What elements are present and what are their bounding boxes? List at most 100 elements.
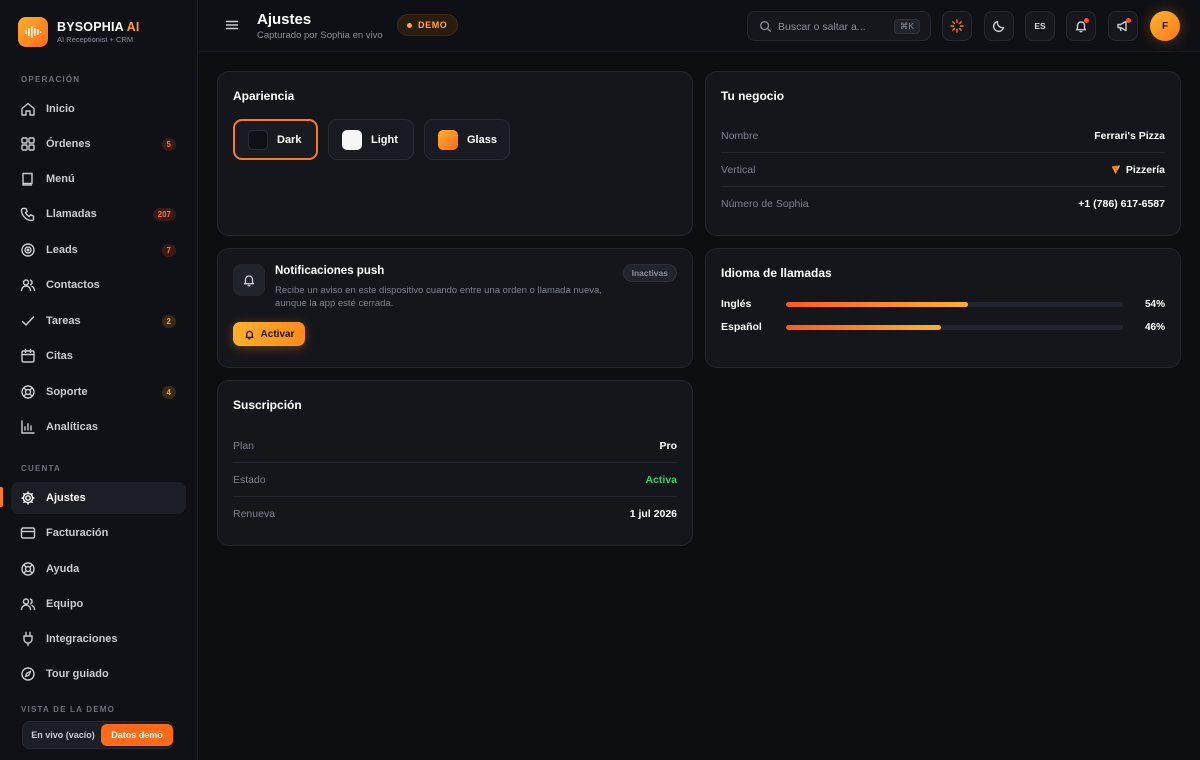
sidebar-item-integraciones[interactable]: Integraciones [11, 623, 186, 655]
call-language-card: Idioma de llamadas Inglés 54% Español 46… [705, 248, 1181, 368]
business-row-name: Nombre Ferrari's Pizza [721, 119, 1165, 153]
target-icon [21, 243, 35, 257]
sidebar-item-analiticas[interactable]: Analíticas [11, 411, 186, 443]
sidebar-item-ayuda[interactable]: Ayuda [11, 553, 186, 585]
row-key: Nombre [721, 129, 759, 142]
language-row-spanish: Español 46% [721, 319, 1165, 335]
subscription-row-plan: Plan Pro [233, 429, 677, 463]
progress-fill [786, 324, 942, 330]
language-percent: 54% [1144, 298, 1165, 310]
push-description: Recibe un aviso en este dispositivo cuan… [275, 285, 602, 309]
row-value: Ferrari's Pizza [1094, 129, 1165, 142]
sidebar-item-facturacion[interactable]: Facturación [11, 517, 186, 549]
help-icon [21, 562, 35, 576]
active-indicator [0, 487, 3, 507]
sidebar-item-llamadas[interactable]: Llamadas 207 [11, 198, 186, 230]
sidebar-item-soporte[interactable]: Soporte 4 [11, 376, 186, 408]
row-key: Renueva [233, 508, 276, 520]
sidebar-item-label: Integraciones [46, 633, 118, 645]
sidebar-item-label: Analíticas [46, 421, 98, 433]
search-input[interactable] [778, 19, 888, 35]
section-label-cuenta: CUENTA [21, 464, 61, 473]
demo-option-data[interactable]: Datos demo [101, 724, 173, 746]
count-badge: 2 [161, 314, 176, 328]
count-badge: 4 [161, 385, 176, 399]
gear-icon [21, 491, 35, 505]
appearance-card: Apariencia Dark Light Glass [217, 71, 693, 236]
sidebar-item-label: Menú [46, 173, 75, 185]
row-value-wrap: Pizzería [1111, 164, 1165, 176]
page-subtitle: Capturado por Sophia en vivo [257, 30, 383, 41]
sidebar-item-inicio[interactable]: Inicio [11, 93, 186, 125]
card-icon [20, 527, 36, 539]
sidebar-item-menu[interactable]: Menú [11, 163, 186, 195]
demo-option-live[interactable]: En vivo (vacío) [26, 724, 100, 746]
compass-icon [21, 667, 35, 681]
demo-dot-icon [407, 22, 412, 28]
check-icon [21, 316, 35, 326]
sidebar-item-label: Leads [46, 244, 78, 256]
row-key: Plan [233, 439, 255, 452]
sidebar-item-tareas[interactable]: Tareas 2 [11, 305, 186, 337]
sidebar-item-label: Llamadas [46, 208, 97, 220]
sidebar-item-leads[interactable]: Leads 7 [11, 234, 186, 266]
brand[interactable]: BYSOPHIA AI AI Receptionist + CRM [18, 17, 140, 47]
dark-swatch-icon [248, 129, 268, 150]
bell-icon [244, 330, 254, 340]
sidebar-item-label: Ajustes [46, 492, 86, 504]
search-icon [760, 21, 771, 32]
row-key: Vertical [721, 163, 756, 176]
language-button[interactable]: ES [1025, 11, 1055, 41]
language-label: Español [721, 321, 762, 333]
row-value: +1 (786) 617-6587 [1078, 198, 1165, 210]
progress-fill [786, 301, 968, 307]
progress-track [786, 324, 1123, 330]
search-box[interactable]: ⌘K [747, 11, 931, 41]
section-label-demo: VISTA DE LA DEMO [21, 705, 116, 714]
sidebar-item-ajustes[interactable]: Ajustes [11, 482, 186, 514]
bell-icon [233, 264, 265, 296]
hamburger-menu-icon[interactable] [224, 17, 240, 33]
count-badge: 7 [161, 243, 176, 257]
brand-name: BYSOPHIA AI [57, 20, 140, 34]
team-icon [20, 598, 36, 611]
theme-option-light[interactable]: Light [328, 119, 414, 160]
count-badge: 5 [161, 137, 176, 151]
sidebar-item-equipo[interactable]: Equipo [11, 588, 186, 620]
call-language-title: Idioma de llamadas [721, 266, 832, 280]
top-header: Ajustes Capturado por Sophia en vivo DEM… [199, 0, 1200, 52]
sidebar-item-label: Equipo [46, 598, 84, 610]
announcements-button[interactable] [1108, 11, 1138, 41]
announcement-dot [1126, 18, 1131, 23]
sidebar-item-contactos[interactable]: Contactos [11, 269, 186, 301]
notification-dot [1084, 18, 1089, 23]
theme-toggle-button[interactable] [984, 11, 1014, 41]
subscription-card: Suscripción Plan Pro Estado Activa Renue… [217, 380, 693, 546]
language-label: Inglés [721, 298, 752, 310]
sidebar-item-ordenes[interactable]: Órdenes 5 [11, 128, 186, 160]
lifebuoy-icon [21, 385, 35, 399]
search-shortcut: ⌘K [893, 19, 920, 34]
business-row-vertical: Vertical Pizzería [721, 153, 1165, 187]
book-icon [22, 172, 33, 186]
chart-icon [21, 420, 35, 434]
theme-option-glass[interactable]: Glass [424, 119, 510, 160]
loading-status-button[interactable] [942, 11, 972, 41]
subscription-title: Suscripción [233, 398, 302, 412]
sidebar-item-tour[interactable]: Tour guiado [11, 658, 186, 690]
avatar[interactable]: F [1150, 11, 1180, 41]
users-icon [20, 279, 36, 292]
pizza-icon [1111, 164, 1120, 174]
activate-button[interactable]: Activar [233, 322, 305, 346]
notifications-button[interactable] [1066, 11, 1096, 41]
sidebar-item-label: Soporte [46, 386, 88, 398]
subscription-row-renewal: Renueva 1 jul 2026 [233, 497, 677, 531]
row-key: Estado [233, 473, 266, 486]
moon-icon [992, 20, 1005, 33]
sidebar-item-label: Contactos [46, 279, 100, 291]
phone-icon [20, 207, 35, 222]
subscription-row-status: Estado Activa [233, 463, 677, 497]
row-value: Activa [645, 473, 677, 486]
sidebar-item-citas[interactable]: Citas [11, 340, 186, 372]
theme-option-dark[interactable]: Dark [233, 119, 318, 160]
